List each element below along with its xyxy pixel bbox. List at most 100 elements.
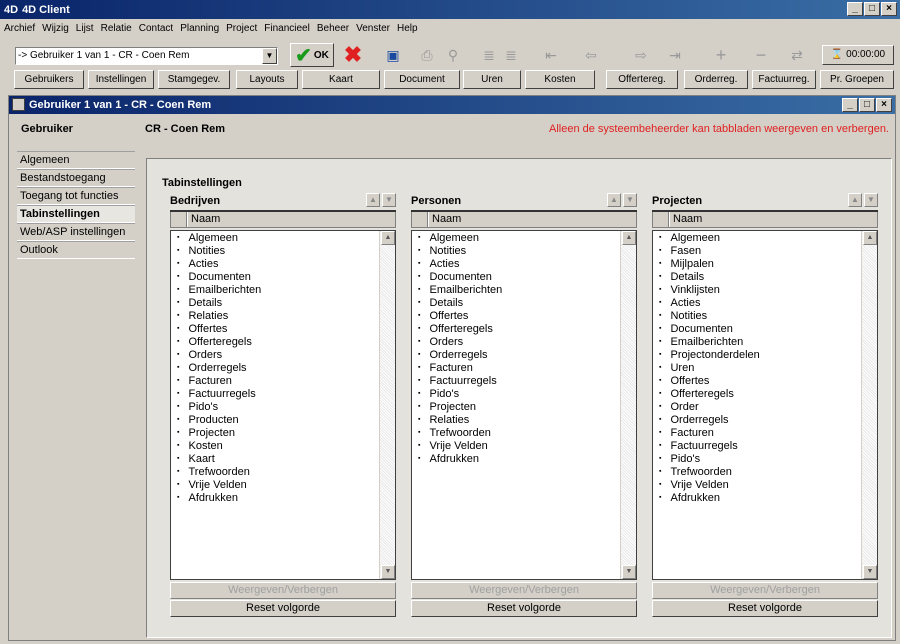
list-item[interactable]: Afdrukken — [653, 492, 861, 505]
list-item[interactable]: Afdrukken — [412, 453, 620, 466]
scroll-up-icon[interactable]: ▲ — [863, 231, 877, 245]
close-icon[interactable]: × — [881, 2, 897, 16]
list-header-naam[interactable]: Naam — [187, 212, 220, 227]
scroll-down-icon[interactable]: ▼ — [381, 565, 395, 579]
list-item[interactable]: Projecten — [412, 401, 620, 414]
list-item[interactable]: Details — [653, 271, 861, 284]
list-item[interactable]: Fasen — [653, 245, 861, 258]
maximize-icon[interactable]: □ — [859, 98, 875, 112]
list-item[interactable]: Afdrukken — [171, 492, 379, 505]
nav-orderreg[interactable]: Orderreg. — [684, 70, 748, 89]
swap-icon[interactable]: ⇄ — [786, 43, 808, 67]
move-down-icon[interactable]: ▼ — [864, 193, 878, 207]
list-item[interactable]: Offerteregels — [653, 388, 861, 401]
move-up-icon[interactable]: ▲ — [848, 193, 862, 207]
list-item[interactable]: Pido's — [412, 388, 620, 401]
list-item[interactable]: Offertes — [171, 323, 379, 336]
sidebar-item-toegang[interactable]: Toegang tot functies — [17, 187, 135, 205]
tab-list[interactable]: AlgemeenFasenMijlpalenDetailsVinklijsten… — [652, 230, 878, 580]
nav-offertereg[interactable]: Offertereg. — [606, 70, 678, 89]
list-item[interactable]: Orderregels — [653, 414, 861, 427]
list-item[interactable]: Notities — [412, 245, 620, 258]
scrollbar[interactable]: ▲ ▼ — [620, 231, 636, 579]
list-item[interactable]: Emailberichten — [653, 336, 861, 349]
list-item[interactable]: Pido's — [171, 401, 379, 414]
menu-beheer[interactable]: Beheer — [317, 23, 349, 34]
list-item[interactable]: Offerteregels — [171, 336, 379, 349]
list-item[interactable]: Emailberichten — [412, 284, 620, 297]
list-item[interactable]: Details — [412, 297, 620, 310]
menu-help[interactable]: Help — [397, 23, 418, 34]
first-record-icon[interactable]: ⇤ — [540, 43, 562, 67]
remove-icon[interactable]: − — [750, 43, 772, 67]
nav-instellingen[interactable]: Instellingen — [88, 70, 154, 89]
menu-wijzig[interactable]: Wijzig — [42, 23, 69, 34]
ok-button[interactable]: ✔ OK — [290, 43, 334, 67]
menu-planning[interactable]: Planning — [180, 23, 219, 34]
nav-pr-groepen[interactable]: Pr. Groepen — [820, 70, 894, 89]
list-item[interactable]: Vrije Velden — [412, 440, 620, 453]
list-item[interactable]: Acties — [653, 297, 861, 310]
record-combo[interactable]: -> Gebruiker 1 van 1 - CR - Coen Rem ▼ — [15, 47, 278, 65]
chevron-down-icon[interactable]: ▼ — [262, 48, 277, 64]
print-icon[interactable]: ⎙ — [416, 43, 438, 67]
menu-lijst[interactable]: Lijst — [76, 23, 94, 34]
toggle-visibility-button[interactable]: Weergeven/Verbergen — [170, 582, 396, 599]
list-item[interactable]: Vrije Velden — [653, 479, 861, 492]
list-alt-icon[interactable]: ≣ — [500, 43, 522, 67]
list-item[interactable]: Algemeen — [412, 232, 620, 245]
list-item[interactable]: Orderregels — [412, 349, 620, 362]
cancel-button[interactable]: ✖ — [340, 42, 366, 67]
list-item[interactable]: Producten — [171, 414, 379, 427]
list-item[interactable]: Offertes — [412, 310, 620, 323]
list-item[interactable]: Orders — [412, 336, 620, 349]
menu-venster[interactable]: Venster — [356, 23, 390, 34]
minimize-icon[interactable]: _ — [842, 98, 858, 112]
list-item[interactable]: Facturen — [412, 362, 620, 375]
timer-button[interactable]: ⌛ 00:00:00 — [822, 45, 894, 65]
select-all-checkbox[interactable] — [653, 212, 669, 227]
list-item[interactable]: Documenten — [171, 271, 379, 284]
list-item[interactable]: Trefwoorden — [653, 466, 861, 479]
list-item[interactable]: Facturen — [653, 427, 861, 440]
list-item[interactable]: Order — [653, 401, 861, 414]
tab-list[interactable]: AlgemeenNotitiesActiesDocumentenEmailber… — [170, 230, 396, 580]
list-item[interactable]: Factuurregels — [171, 388, 379, 401]
nav-factuurreg[interactable]: Factuurreg. — [752, 70, 816, 89]
previous-record-icon[interactable]: ⇦ — [580, 43, 602, 67]
list-item[interactable]: Acties — [171, 258, 379, 271]
list-item[interactable]: Documenten — [653, 323, 861, 336]
nav-uren[interactable]: Uren — [463, 70, 521, 89]
scrollbar[interactable]: ▲ ▼ — [861, 231, 877, 579]
sidebar-item-tabinstellingen[interactable]: Tabinstellingen — [17, 205, 135, 223]
scroll-up-icon[interactable]: ▲ — [381, 231, 395, 245]
list-item[interactable]: Offertes — [653, 375, 861, 388]
list-item[interactable]: Pido's — [653, 453, 861, 466]
minimize-icon[interactable]: _ — [847, 2, 863, 16]
nav-gebruikers[interactable]: Gebruikers — [14, 70, 84, 89]
list-icon[interactable]: ≣ — [478, 43, 500, 67]
list-item[interactable]: Kaart — [171, 453, 379, 466]
nav-kaart[interactable]: Kaart — [302, 70, 380, 89]
list-item[interactable]: Relaties — [412, 414, 620, 427]
toggle-visibility-button[interactable]: Weergeven/Verbergen — [652, 582, 878, 599]
reset-order-button[interactable]: Reset volgorde — [652, 600, 878, 617]
menu-archief[interactable]: Archief — [4, 23, 35, 34]
list-item[interactable]: Notities — [171, 245, 379, 258]
list-item[interactable]: Details — [171, 297, 379, 310]
scroll-down-icon[interactable]: ▼ — [622, 565, 636, 579]
menu-project[interactable]: Project — [226, 23, 257, 34]
nav-kosten[interactable]: Kosten — [525, 70, 595, 89]
list-item[interactable]: Vinklijsten — [653, 284, 861, 297]
select-all-checkbox[interactable] — [171, 212, 187, 227]
list-item[interactable]: Emailberichten — [171, 284, 379, 297]
binoculars-icon[interactable]: ⚲ — [442, 43, 464, 67]
nav-document[interactable]: Document — [384, 70, 460, 89]
list-item[interactable]: Algemeen — [653, 232, 861, 245]
list-item[interactable]: Trefwoorden — [171, 466, 379, 479]
move-down-icon[interactable]: ▼ — [382, 193, 396, 207]
list-item[interactable]: Documenten — [412, 271, 620, 284]
list-item[interactable]: Acties — [412, 258, 620, 271]
list-item[interactable]: Trefwoorden — [412, 427, 620, 440]
select-all-checkbox[interactable] — [412, 212, 428, 227]
